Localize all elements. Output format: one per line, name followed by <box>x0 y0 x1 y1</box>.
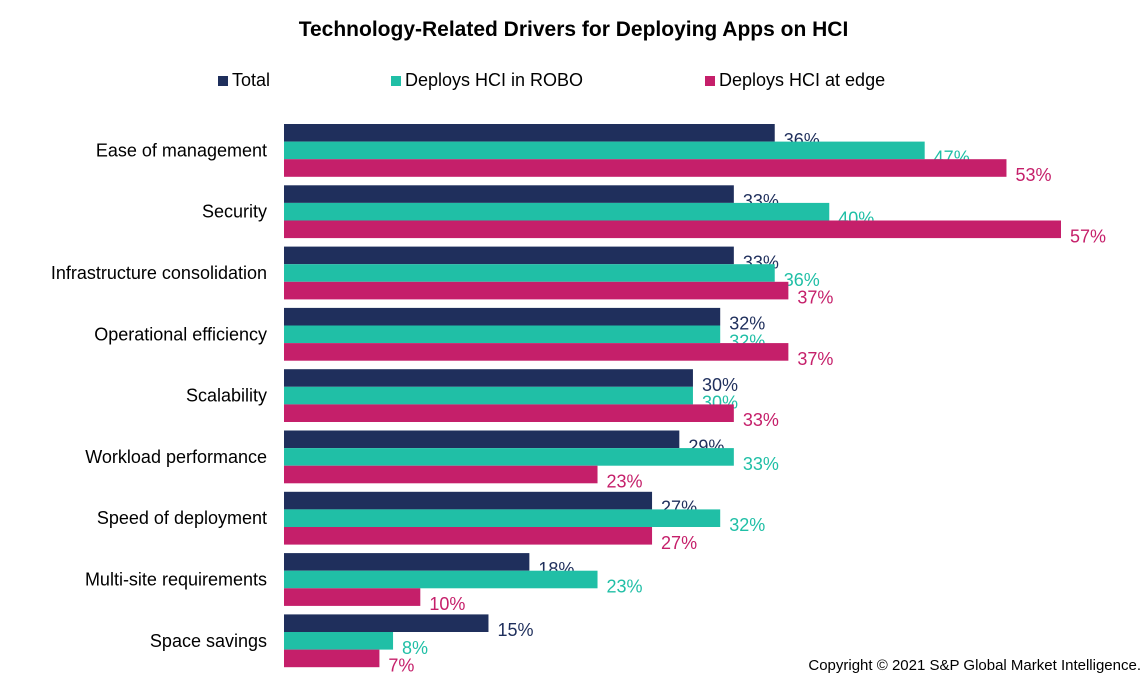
data-label-deploys-hci-in-robo-multi-site-requirements: 23% <box>607 577 643 597</box>
category-label-multi-site-requirements: Multi-site requirements <box>85 570 267 590</box>
copyright-text: Copyright © 2021 S&P Global Market Intel… <box>808 657 1141 674</box>
bar-deploys-hci-in-robo-speed-of-deployment <box>284 509 721 527</box>
bar-deploys-hci-at-edge-workload-performance <box>284 465 598 484</box>
data-label-total-space-savings: 15% <box>497 620 533 640</box>
category-label-operational-efficiency: Operational efficiency <box>94 324 267 344</box>
bar-deploys-hci-in-robo-space-savings <box>284 632 394 650</box>
data-label-deploys-hci-in-robo-workload-performance: 33% <box>743 454 779 474</box>
bar-deploys-hci-at-edge-infrastructure-consolidation <box>284 281 789 300</box>
bar-deploys-hci-in-robo-operational-efficiency <box>284 325 721 344</box>
data-label-deploys-hci-at-edge-speed-of-deployment: 27% <box>661 533 697 553</box>
bar-total-scalability <box>284 369 693 387</box>
bar-total-infrastructure-consolidation <box>284 246 734 265</box>
bar-deploys-hci-in-robo-ease-of-management <box>284 141 925 160</box>
category-label-scalability: Scalability <box>186 386 267 406</box>
bar-deploys-hci-at-edge-space-savings <box>284 649 380 668</box>
bar-deploys-hci-at-edge-speed-of-deployment <box>284 527 653 545</box>
bar-total-space-savings <box>284 614 489 632</box>
bar-deploys-hci-at-edge-scalability <box>284 404 734 422</box>
bar-total-security <box>284 185 734 203</box>
data-label-deploys-hci-at-edge-scalability: 33% <box>743 410 779 430</box>
bar-deploys-hci-at-edge-operational-efficiency <box>284 343 789 361</box>
category-label-ease-of-management: Ease of management <box>96 140 267 160</box>
data-label-deploys-hci-in-robo-speed-of-deployment: 32% <box>729 515 765 535</box>
bar-chart: Ease of management36%47%53%Security33%40… <box>51 124 1106 675</box>
bar-total-multi-site-requirements <box>284 553 530 571</box>
bar-total-workload-performance <box>284 430 680 449</box>
category-label-security: Security <box>202 202 267 222</box>
data-label-deploys-hci-at-edge-operational-efficiency: 37% <box>797 349 833 369</box>
bar-deploys-hci-in-robo-multi-site-requirements <box>284 570 598 589</box>
category-label-speed-of-deployment: Speed of deployment <box>97 508 267 528</box>
category-label-infrastructure-consolidation: Infrastructure consolidation <box>51 263 267 283</box>
bar-deploys-hci-at-edge-ease-of-management <box>284 159 1007 177</box>
bar-deploys-hci-in-robo-scalability <box>284 386 693 405</box>
bar-deploys-hci-in-robo-infrastructure-consolidation <box>284 264 775 282</box>
bar-deploys-hci-in-robo-workload-performance <box>284 448 734 466</box>
bar-total-speed-of-deployment <box>284 491 653 510</box>
category-label-workload-performance: Workload performance <box>85 447 267 467</box>
data-label-deploys-hci-at-edge-ease-of-management: 53% <box>1015 165 1051 185</box>
data-label-deploys-hci-at-edge-security: 57% <box>1070 226 1106 246</box>
category-label-space-savings: Space savings <box>150 631 267 651</box>
bar-deploys-hci-at-edge-security <box>284 220 1061 239</box>
data-label-deploys-hci-at-edge-multi-site-requirements: 10% <box>429 594 465 614</box>
data-label-deploys-hci-at-edge-workload-performance: 23% <box>607 472 643 492</box>
data-label-deploys-hci-at-edge-infrastructure-consolidation: 37% <box>797 288 833 308</box>
data-label-deploys-hci-at-edge-space-savings: 7% <box>388 655 414 675</box>
bar-total-operational-efficiency <box>284 307 721 326</box>
bar-deploys-hci-at-edge-multi-site-requirements <box>284 588 421 606</box>
bar-deploys-hci-in-robo-security <box>284 202 830 221</box>
bar-total-ease-of-management <box>284 124 775 142</box>
